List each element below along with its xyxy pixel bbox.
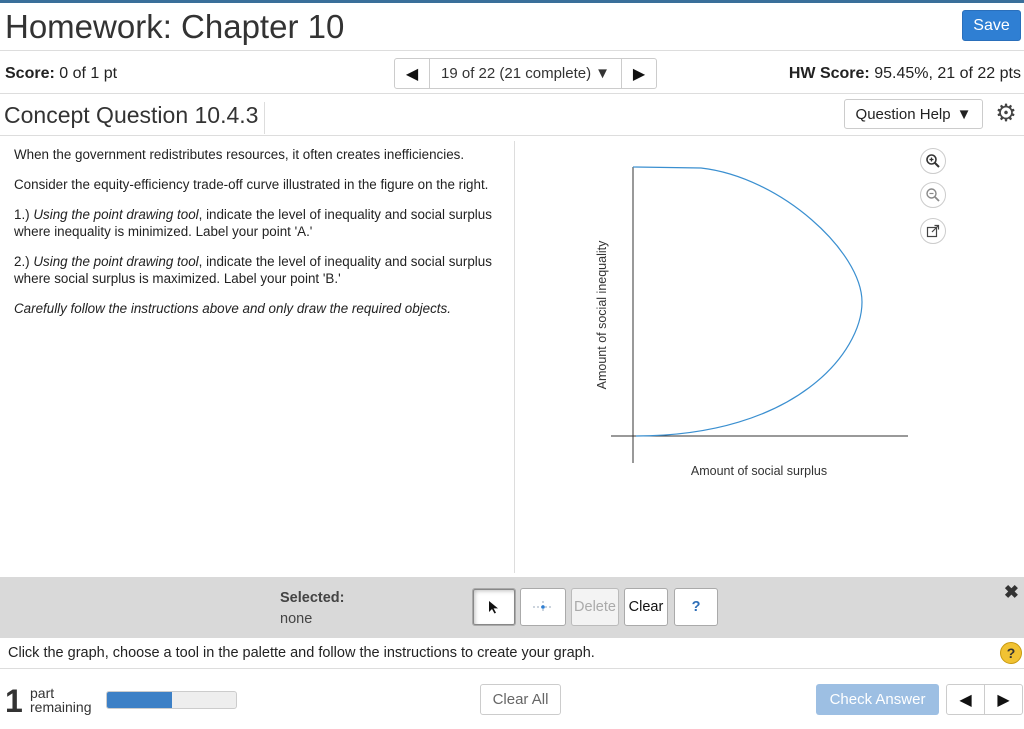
question-help-button[interactable]: Question Help ▼ bbox=[844, 99, 983, 129]
caret-down-icon: ▼ bbox=[595, 65, 610, 82]
score: Score: 0 of 1 pt bbox=[5, 65, 117, 83]
paragraph: 1.) Using the point drawing tool, indica… bbox=[14, 206, 509, 240]
graph-area[interactable]: Amount of social surplus Amount of socia… bbox=[516, 137, 1024, 577]
previous-question-button[interactable]: ◀ bbox=[395, 59, 430, 88]
zoom-in-icon[interactable] bbox=[920, 148, 946, 174]
score-bar: Score: 0 of 1 pt ◀ 19 of 22 (21 complete… bbox=[0, 52, 1024, 94]
parts-remaining-label: part remaining bbox=[30, 686, 91, 714]
paragraph: 2.) Using the point drawing tool, indica… bbox=[14, 253, 509, 287]
delete-button[interactable]: Delete bbox=[571, 588, 619, 626]
instruction-bar: Click the graph, choose a tool in the pa… bbox=[0, 638, 1024, 669]
close-icon[interactable]: ✖ bbox=[1004, 582, 1019, 603]
step-prefix: 1.) bbox=[14, 207, 34, 222]
question-help-label: Question Help bbox=[855, 105, 951, 123]
column-divider bbox=[514, 141, 515, 573]
tool-reference: Using the point drawing tool bbox=[33, 207, 199, 222]
score-value: 0 of 1 pt bbox=[59, 65, 118, 82]
clear-all-button[interactable]: Clear All bbox=[480, 684, 561, 715]
select-tool-button[interactable] bbox=[472, 588, 516, 626]
selected-value: none bbox=[280, 611, 313, 627]
palette-help-button[interactable]: ? bbox=[674, 588, 718, 626]
point-tool-button[interactable] bbox=[520, 588, 566, 626]
selected-label: Selected: bbox=[280, 590, 345, 606]
next-question-button[interactable]: ▶ bbox=[621, 59, 656, 88]
question-position-dropdown[interactable]: 19 of 22 (21 complete) ▼ bbox=[430, 59, 621, 88]
question-text: When the government redistributes resour… bbox=[14, 146, 509, 330]
question-navigator: ◀ 19 of 22 (21 complete) ▼ ▶ bbox=[394, 58, 657, 89]
help-icon[interactable]: ? bbox=[1000, 642, 1022, 664]
parts-remaining-count: 1 bbox=[5, 683, 23, 719]
note-text: Carefully follow the instructions above … bbox=[14, 301, 451, 316]
score-label: Score: bbox=[5, 65, 55, 82]
graph-canvas[interactable]: Amount of social surplus Amount of socia… bbox=[516, 137, 1024, 577]
popout-icon[interactable] bbox=[920, 218, 946, 244]
check-answer-button[interactable]: Check Answer bbox=[816, 684, 939, 715]
previous-button[interactable]: ◀ bbox=[947, 685, 985, 714]
hw-score-value: 95.45%, 21 of 22 pts bbox=[874, 65, 1021, 82]
caret-down-icon: ▼ bbox=[956, 105, 972, 123]
question-header: Concept Question 10.4.3 Question Help ▼ … bbox=[0, 94, 1024, 136]
progress-fill bbox=[107, 692, 172, 708]
page-title: Homework: Chapter 10 bbox=[5, 8, 345, 45]
parts-label-line: remaining bbox=[30, 699, 92, 715]
arrow-cursor-icon bbox=[489, 601, 498, 614]
zoom-out-icon[interactable] bbox=[920, 182, 946, 208]
tool-reference: Using the point drawing tool bbox=[33, 254, 199, 269]
footer: 1 part remaining Clear All Check Answer … bbox=[0, 669, 1024, 729]
question-title: Concept Question 10.4.3 bbox=[4, 102, 266, 134]
hw-score-label: HW Score: bbox=[788, 65, 870, 82]
instruction-text: Click the graph, choose a tool in the pa… bbox=[8, 645, 595, 661]
save-button[interactable]: Save bbox=[962, 10, 1021, 41]
x-axis-label: Amount of social surplus bbox=[691, 464, 827, 478]
paragraph: Carefully follow the instructions above … bbox=[14, 300, 509, 317]
paragraph: Consider the equity-efficiency trade-off… bbox=[14, 177, 489, 192]
question-position: 19 of 22 (21 complete) bbox=[441, 65, 592, 82]
triangle-left-icon: ◀ bbox=[959, 691, 972, 709]
question-content: When the government redistributes resour… bbox=[0, 137, 1024, 577]
triangle-right-icon: ▶ bbox=[632, 65, 646, 83]
progress-bar bbox=[106, 691, 237, 709]
point-icon bbox=[533, 601, 553, 613]
paragraph: When the government redistributes resour… bbox=[14, 147, 465, 162]
clear-button[interactable]: Clear bbox=[624, 588, 668, 626]
next-button[interactable]: ▶ bbox=[985, 685, 1022, 714]
hw-score: HW Score: 95.45%, 21 of 22 pts bbox=[789, 65, 1021, 83]
page-header: Homework: Chapter 10 Save bbox=[0, 3, 1024, 51]
gear-icon[interactable]: ⚙ bbox=[993, 101, 1019, 127]
footer-navigator: ◀ ▶ bbox=[946, 684, 1023, 715]
y-axis-label: Amount of social inequality bbox=[595, 240, 609, 389]
parts-label-line: part bbox=[30, 685, 55, 701]
step-prefix: 2.) bbox=[14, 254, 34, 269]
drawing-palette: Selected: none Delete Clear ? ✖ bbox=[0, 577, 1024, 638]
triangle-left-icon: ◀ bbox=[405, 65, 419, 83]
tradeoff-curve bbox=[632, 166, 863, 437]
triangle-right-icon: ▶ bbox=[997, 691, 1010, 709]
